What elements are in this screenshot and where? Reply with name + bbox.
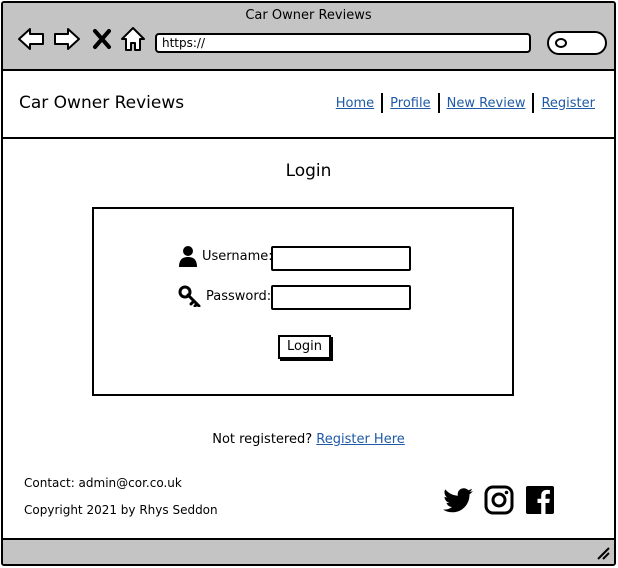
site-header: Car Owner Reviews Home Profile New Revie…: [3, 71, 614, 139]
browser-window: Car Owner Reviews https:// Car Owner Rev…: [1, 1, 616, 566]
nav-link-home[interactable]: Home: [329, 96, 381, 111]
instagram-icon[interactable]: [484, 485, 514, 515]
login-button[interactable]: Login: [278, 335, 331, 359]
resize-grip-icon[interactable]: [596, 546, 610, 560]
nav-link-new-review[interactable]: New Review: [440, 96, 533, 111]
site-brand: Car Owner Reviews: [19, 93, 185, 113]
nav-link-profile[interactable]: Profile: [383, 96, 437, 111]
nav-link-register[interactable]: Register: [534, 96, 602, 111]
username-input[interactable]: [271, 246, 411, 271]
password-row: Password:: [178, 285, 272, 308]
facebook-icon[interactable]: [525, 485, 555, 515]
back-arrow-icon[interactable]: [17, 25, 45, 53]
footer-copyright: Copyright 2021 by Rhys Seddon: [24, 503, 218, 517]
window-title: Car Owner Reviews: [245, 8, 372, 23]
home-icon[interactable]: [119, 25, 147, 53]
browser-search-box[interactable]: [547, 31, 607, 55]
password-input[interactable]: [271, 285, 411, 310]
register-prompt-text: Not registered?: [212, 432, 313, 447]
username-label: Username:: [202, 248, 273, 264]
search-icon: [555, 38, 567, 48]
footer-contact: Contact: admin@cor.co.uk: [24, 476, 182, 490]
register-here-link[interactable]: Register Here: [316, 432, 405, 447]
forward-arrow-icon[interactable]: [53, 25, 81, 53]
login-form: Username: Password: Login: [92, 207, 514, 396]
username-row: Username:: [178, 245, 273, 267]
key-icon: [178, 285, 202, 308]
close-x-icon[interactable]: [91, 25, 113, 53]
url-input[interactable]: https://: [155, 33, 531, 53]
twitter-icon[interactable]: [443, 485, 475, 515]
page-title: Login: [285, 161, 332, 181]
browser-chrome: Car Owner Reviews https://: [3, 3, 614, 71]
user-icon: [178, 245, 198, 267]
register-prompt: Not registered? Register Here: [3, 432, 614, 447]
password-label: Password:: [206, 288, 272, 304]
status-bar: [3, 538, 614, 564]
main-nav: Home Profile New Review Register: [329, 93, 602, 113]
